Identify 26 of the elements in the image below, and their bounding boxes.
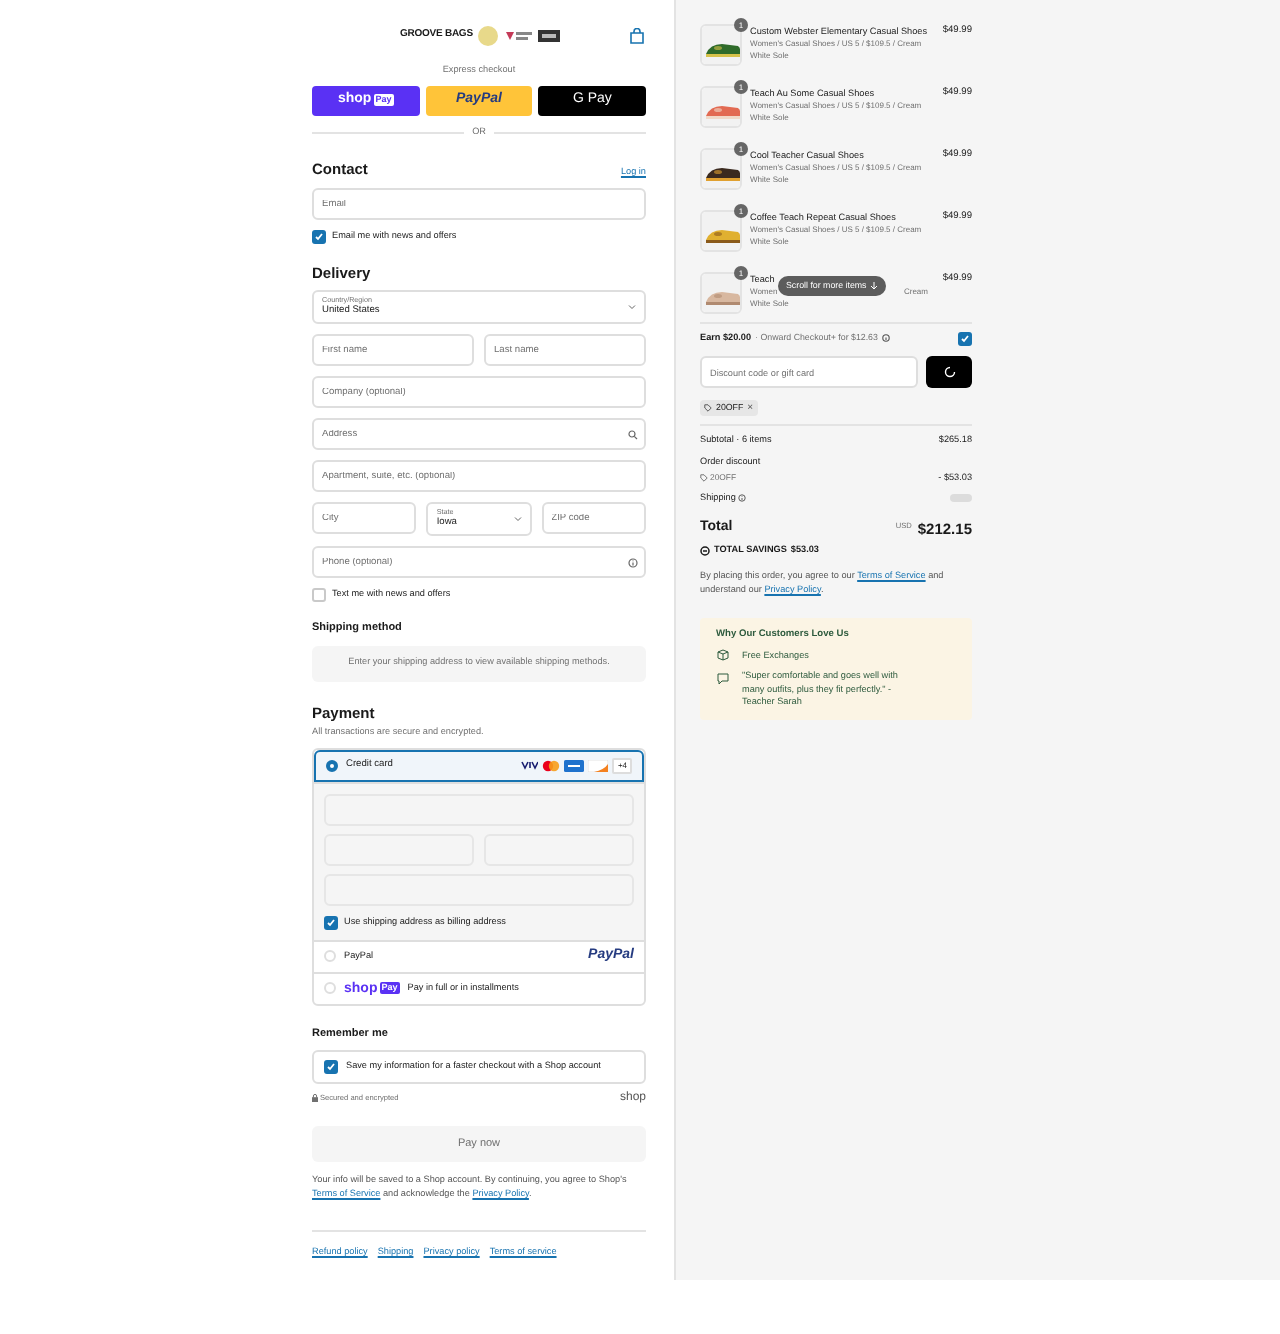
- apply-button[interactable]: [926, 356, 972, 388]
- arrow-down-icon: [870, 282, 879, 290]
- savings-icon: [700, 545, 710, 556]
- info-icon[interactable]: [881, 334, 890, 343]
- tag-icon: [704, 404, 712, 412]
- search-icon: [628, 429, 638, 440]
- badge-icon: [538, 30, 561, 42]
- badge-icon: [478, 26, 499, 46]
- loading-placeholder: [950, 494, 972, 503]
- lock-icon: [312, 1094, 318, 1103]
- amex-icon: [564, 759, 585, 772]
- help-icon[interactable]: [737, 494, 746, 503]
- checkbox[interactable]: [312, 588, 326, 603]
- mastercard-icon: [542, 759, 561, 772]
- discover-icon: [588, 759, 609, 772]
- box-icon: [716, 647, 730, 662]
- speech-bubble-icon: [716, 672, 730, 687]
- tag-icon: [700, 474, 708, 483]
- bag-icon[interactable]: [630, 28, 644, 44]
- radio-button[interactable]: [326, 759, 338, 772]
- chevron-icon: [513, 516, 522, 523]
- checkbox[interactable]: [324, 915, 338, 930]
- spinner-icon: [943, 366, 955, 378]
- chevron-icon: [628, 304, 636, 311]
- help-icon[interactable]: [628, 557, 638, 568]
- checkbox[interactable]: [312, 230, 326, 245]
